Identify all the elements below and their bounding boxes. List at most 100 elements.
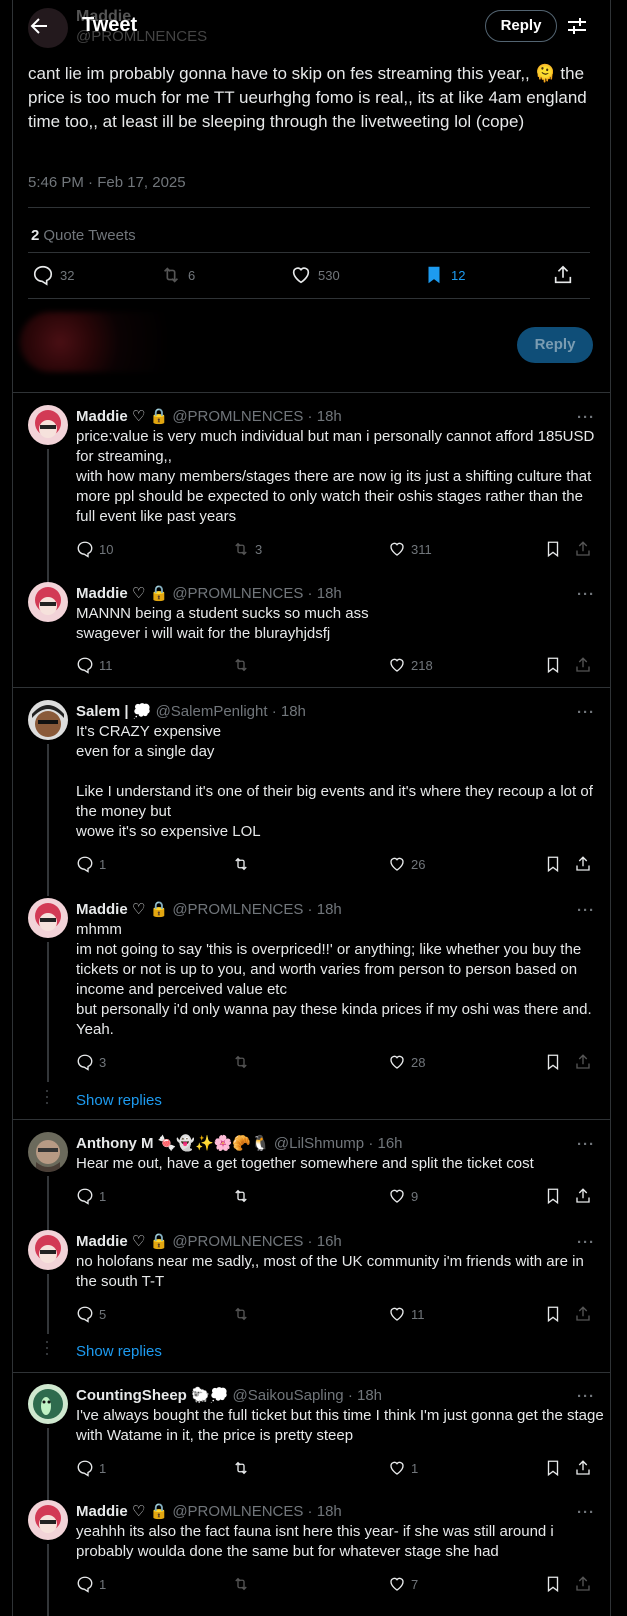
reply-author-name[interactable]: Maddie ♡ 🔒 — [76, 901, 168, 918]
reply-author-handle[interactable]: @PROMLNENCES · 18h — [172, 901, 341, 918]
reply-author-name[interactable]: CountingSheep 🐑💭 — [76, 1387, 228, 1404]
avatar[interactable] — [28, 1132, 68, 1172]
show-replies-link[interactable]: Show replies — [76, 1343, 162, 1360]
reply-author-handle[interactable]: @SaikouSapling · 18h — [233, 1387, 383, 1404]
reply-author-name[interactable]: Maddie ♡ 🔒 — [76, 1503, 168, 1520]
bookmark-action[interactable] — [544, 1305, 567, 1323]
bookmark-action[interactable] — [544, 855, 567, 873]
reply-count: 11 — [99, 657, 113, 673]
reply-action[interactable]: 32 — [32, 264, 74, 286]
more-options-icon[interactable]: ··· — [577, 1504, 595, 1521]
reply-author-handle[interactable]: @PROMLNENCES · 18h — [172, 1503, 341, 1520]
reply-text: It's CRAZY expensive even for a single d… — [76, 723, 593, 840]
retweet-action[interactable] — [232, 1575, 255, 1593]
reply-author-handle[interactable]: @PROMLNENCES · 16h — [172, 1233, 341, 1250]
more-options-icon[interactable]: ··· — [577, 586, 595, 603]
reply-text: I've always bought the full ticket but t… — [76, 1407, 604, 1444]
reply-author-name[interactable]: Maddie ♡ 🔒 — [76, 585, 168, 602]
retweet-count: 3 — [255, 541, 263, 557]
like-action[interactable]: 26 — [388, 855, 425, 873]
avatar[interactable] — [28, 898, 68, 938]
reply-author-handle[interactable]: @PROMLNENCES · 18h — [172, 408, 341, 425]
compose-reply-button[interactable]: Reply — [517, 327, 593, 363]
thread-dots — [46, 1341, 48, 1359]
share-action[interactable] — [574, 1459, 597, 1477]
reply-icon — [77, 1576, 93, 1593]
like-action[interactable]: 311 — [388, 540, 432, 558]
reply-actions: 11 218 — [76, 656, 606, 676]
like-action[interactable]: 9 — [388, 1187, 418, 1205]
reply-author-name[interactable]: Maddie ♡ 🔒 — [76, 1233, 168, 1250]
more-options-icon[interactable]: ··· — [577, 1234, 595, 1251]
share-action[interactable] — [574, 1305, 597, 1323]
reply-author-name[interactable]: Maddie ♡ 🔒 — [76, 408, 168, 425]
bookmark-action[interactable] — [544, 656, 567, 674]
reply-author-handle[interactable]: @SalemPenlight · 18h — [156, 703, 306, 720]
back-arrow-icon[interactable] — [27, 14, 51, 38]
like-action[interactable]: 1 — [388, 1459, 418, 1477]
retweet-action[interactable] — [232, 1459, 255, 1477]
retweet-action[interactable]: 6 — [160, 264, 195, 286]
like-action[interactable]: 11 — [388, 1305, 425, 1323]
avatar[interactable] — [28, 700, 68, 740]
more-options-icon[interactable]: ··· — [577, 1388, 595, 1405]
share-action[interactable] — [574, 1053, 597, 1071]
show-replies-link[interactable]: Show replies — [76, 1092, 162, 1109]
reply-action[interactable]: 5 — [76, 1305, 106, 1323]
retweet-action[interactable] — [232, 1187, 255, 1205]
retweet-action[interactable] — [232, 1305, 255, 1323]
bookmark-action[interactable] — [544, 1187, 567, 1205]
filter-sliders-icon[interactable] — [565, 14, 589, 38]
top-bar: Maddie @PROMLNENCES Tweet Reply — [0, 0, 627, 52]
share-action[interactable] — [574, 1187, 597, 1205]
reply-action[interactable]: 1 — [76, 1459, 106, 1477]
bookmark-action[interactable] — [544, 1459, 567, 1477]
avatar[interactable] — [28, 405, 68, 445]
more-options-icon[interactable]: ··· — [577, 1136, 595, 1153]
bookmark-action[interactable] — [544, 1575, 567, 1593]
retweet-icon — [235, 1055, 247, 1069]
avatar[interactable] — [28, 1384, 68, 1424]
share-action[interactable] — [574, 540, 597, 558]
like-action[interactable]: 530 — [290, 264, 340, 286]
reply-count: 10 — [99, 541, 114, 557]
reply-action[interactable]: 1 — [76, 1187, 106, 1205]
like-action[interactable]: 7 — [388, 1575, 418, 1593]
retweet-action[interactable] — [232, 855, 255, 873]
reply-author-handle[interactable]: @LilShmump · 16h — [274, 1135, 403, 1152]
avatar[interactable] — [28, 1230, 68, 1270]
bookmark-action[interactable] — [544, 1053, 567, 1071]
more-options-icon[interactable]: ··· — [577, 704, 595, 721]
quote-count: 2 — [31, 227, 40, 244]
reply-action[interactable]: 11 — [76, 656, 113, 674]
share-action[interactable] — [574, 656, 597, 674]
more-options-icon[interactable]: ··· — [577, 902, 595, 919]
bookmark-action[interactable]: 12 — [423, 264, 465, 286]
reply-actions: 1 7 — [76, 1575, 606, 1595]
more-options-icon[interactable]: ··· — [577, 409, 595, 426]
share-action[interactable] — [552, 264, 580, 286]
reply-author-handle[interactable]: @PROMLNENCES · 18h — [172, 585, 341, 602]
retweet-icon — [235, 658, 247, 672]
bookmark-icon — [547, 1576, 559, 1593]
like-action[interactable]: 218 — [388, 656, 433, 674]
like-action[interactable]: 28 — [388, 1053, 425, 1071]
reply-author-name[interactable]: Salem | 💭 — [76, 703, 151, 720]
reply-action[interactable]: 3 — [76, 1053, 106, 1071]
tweet-timestamp[interactable]: 5:46 PM · Feb 17, 2025 — [28, 174, 186, 191]
reply-action[interactable]: 1 — [76, 855, 106, 873]
header-reply-button[interactable]: Reply — [485, 10, 557, 42]
reply-action[interactable]: 1 — [76, 1575, 106, 1593]
avatar[interactable] — [28, 582, 68, 622]
avatar[interactable] — [28, 1500, 68, 1540]
share-action[interactable] — [574, 855, 597, 873]
retweet-icon — [235, 1461, 247, 1475]
retweet-action[interactable]: 3 — [232, 540, 262, 558]
reply-author-name[interactable]: Anthony M 🍬👻✨🌸🥐🐧 — [76, 1135, 270, 1152]
reply-action[interactable]: 10 — [76, 540, 113, 558]
bookmark-action[interactable] — [544, 540, 567, 558]
retweet-action[interactable] — [232, 656, 255, 674]
quote-tweets-link[interactable]: 2 Quote Tweets — [31, 227, 136, 244]
retweet-action[interactable] — [232, 1053, 255, 1071]
share-action[interactable] — [574, 1575, 597, 1593]
